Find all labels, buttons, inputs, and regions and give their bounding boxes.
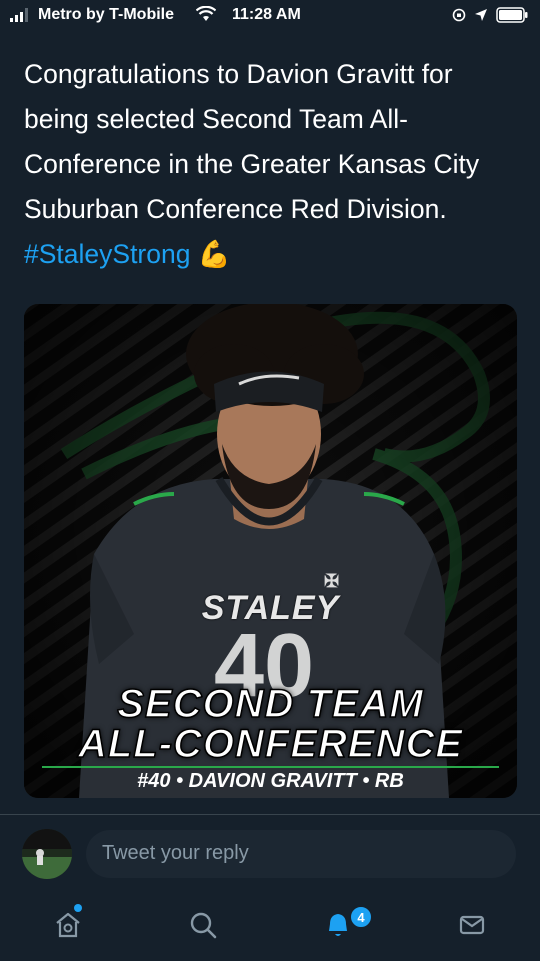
graphic-headline-2: ALL-CONFERENCE: [77, 721, 464, 767]
home-icon[interactable]: [48, 905, 88, 945]
tweet-body: Congratulations to Davion Gravitt for be…: [24, 59, 480, 224]
wifi-icon: [196, 6, 216, 21]
rotation-lock-icon: [452, 8, 466, 22]
reply-placeholder: Tweet your reply: [102, 842, 249, 864]
jersey-wordmark: STALEY: [201, 589, 340, 627]
tweet-text: Congratulations to Davion Gravitt for be…: [24, 52, 524, 277]
tweet-media-image[interactable]: ✠ 40 STALEY SECOND TEAM ALL-CONFERENCE #…: [24, 304, 517, 798]
status-bar: Metro by T-Mobile 11:28 AM: [0, 0, 540, 32]
section-divider: [0, 814, 540, 815]
reply-input[interactable]: Tweet your reply: [86, 830, 516, 878]
hashtag-link[interactable]: #StaleyStrong: [24, 239, 190, 269]
messages-icon[interactable]: [452, 905, 492, 945]
home-unread-dot: [74, 904, 82, 912]
graphic-headline-1: SECOND TEAM: [116, 681, 424, 727]
search-icon[interactable]: [183, 905, 223, 945]
notification-badge: 4: [349, 905, 373, 929]
avatar[interactable]: [22, 829, 72, 879]
location-icon: [475, 9, 487, 21]
carrier-name: Metro by T-Mobile: [38, 6, 174, 23]
graphic-divider: [42, 766, 499, 768]
signal-icon: [10, 8, 28, 22]
graphic-caption: #40 • DAVION GRAVITT • RB: [137, 770, 404, 792]
battery-icon: [496, 7, 528, 23]
svg-text:✠: ✠: [324, 571, 339, 591]
status-time: 11:28 AM: [232, 6, 301, 23]
flexed-biceps-emoji: 💪: [197, 239, 231, 269]
